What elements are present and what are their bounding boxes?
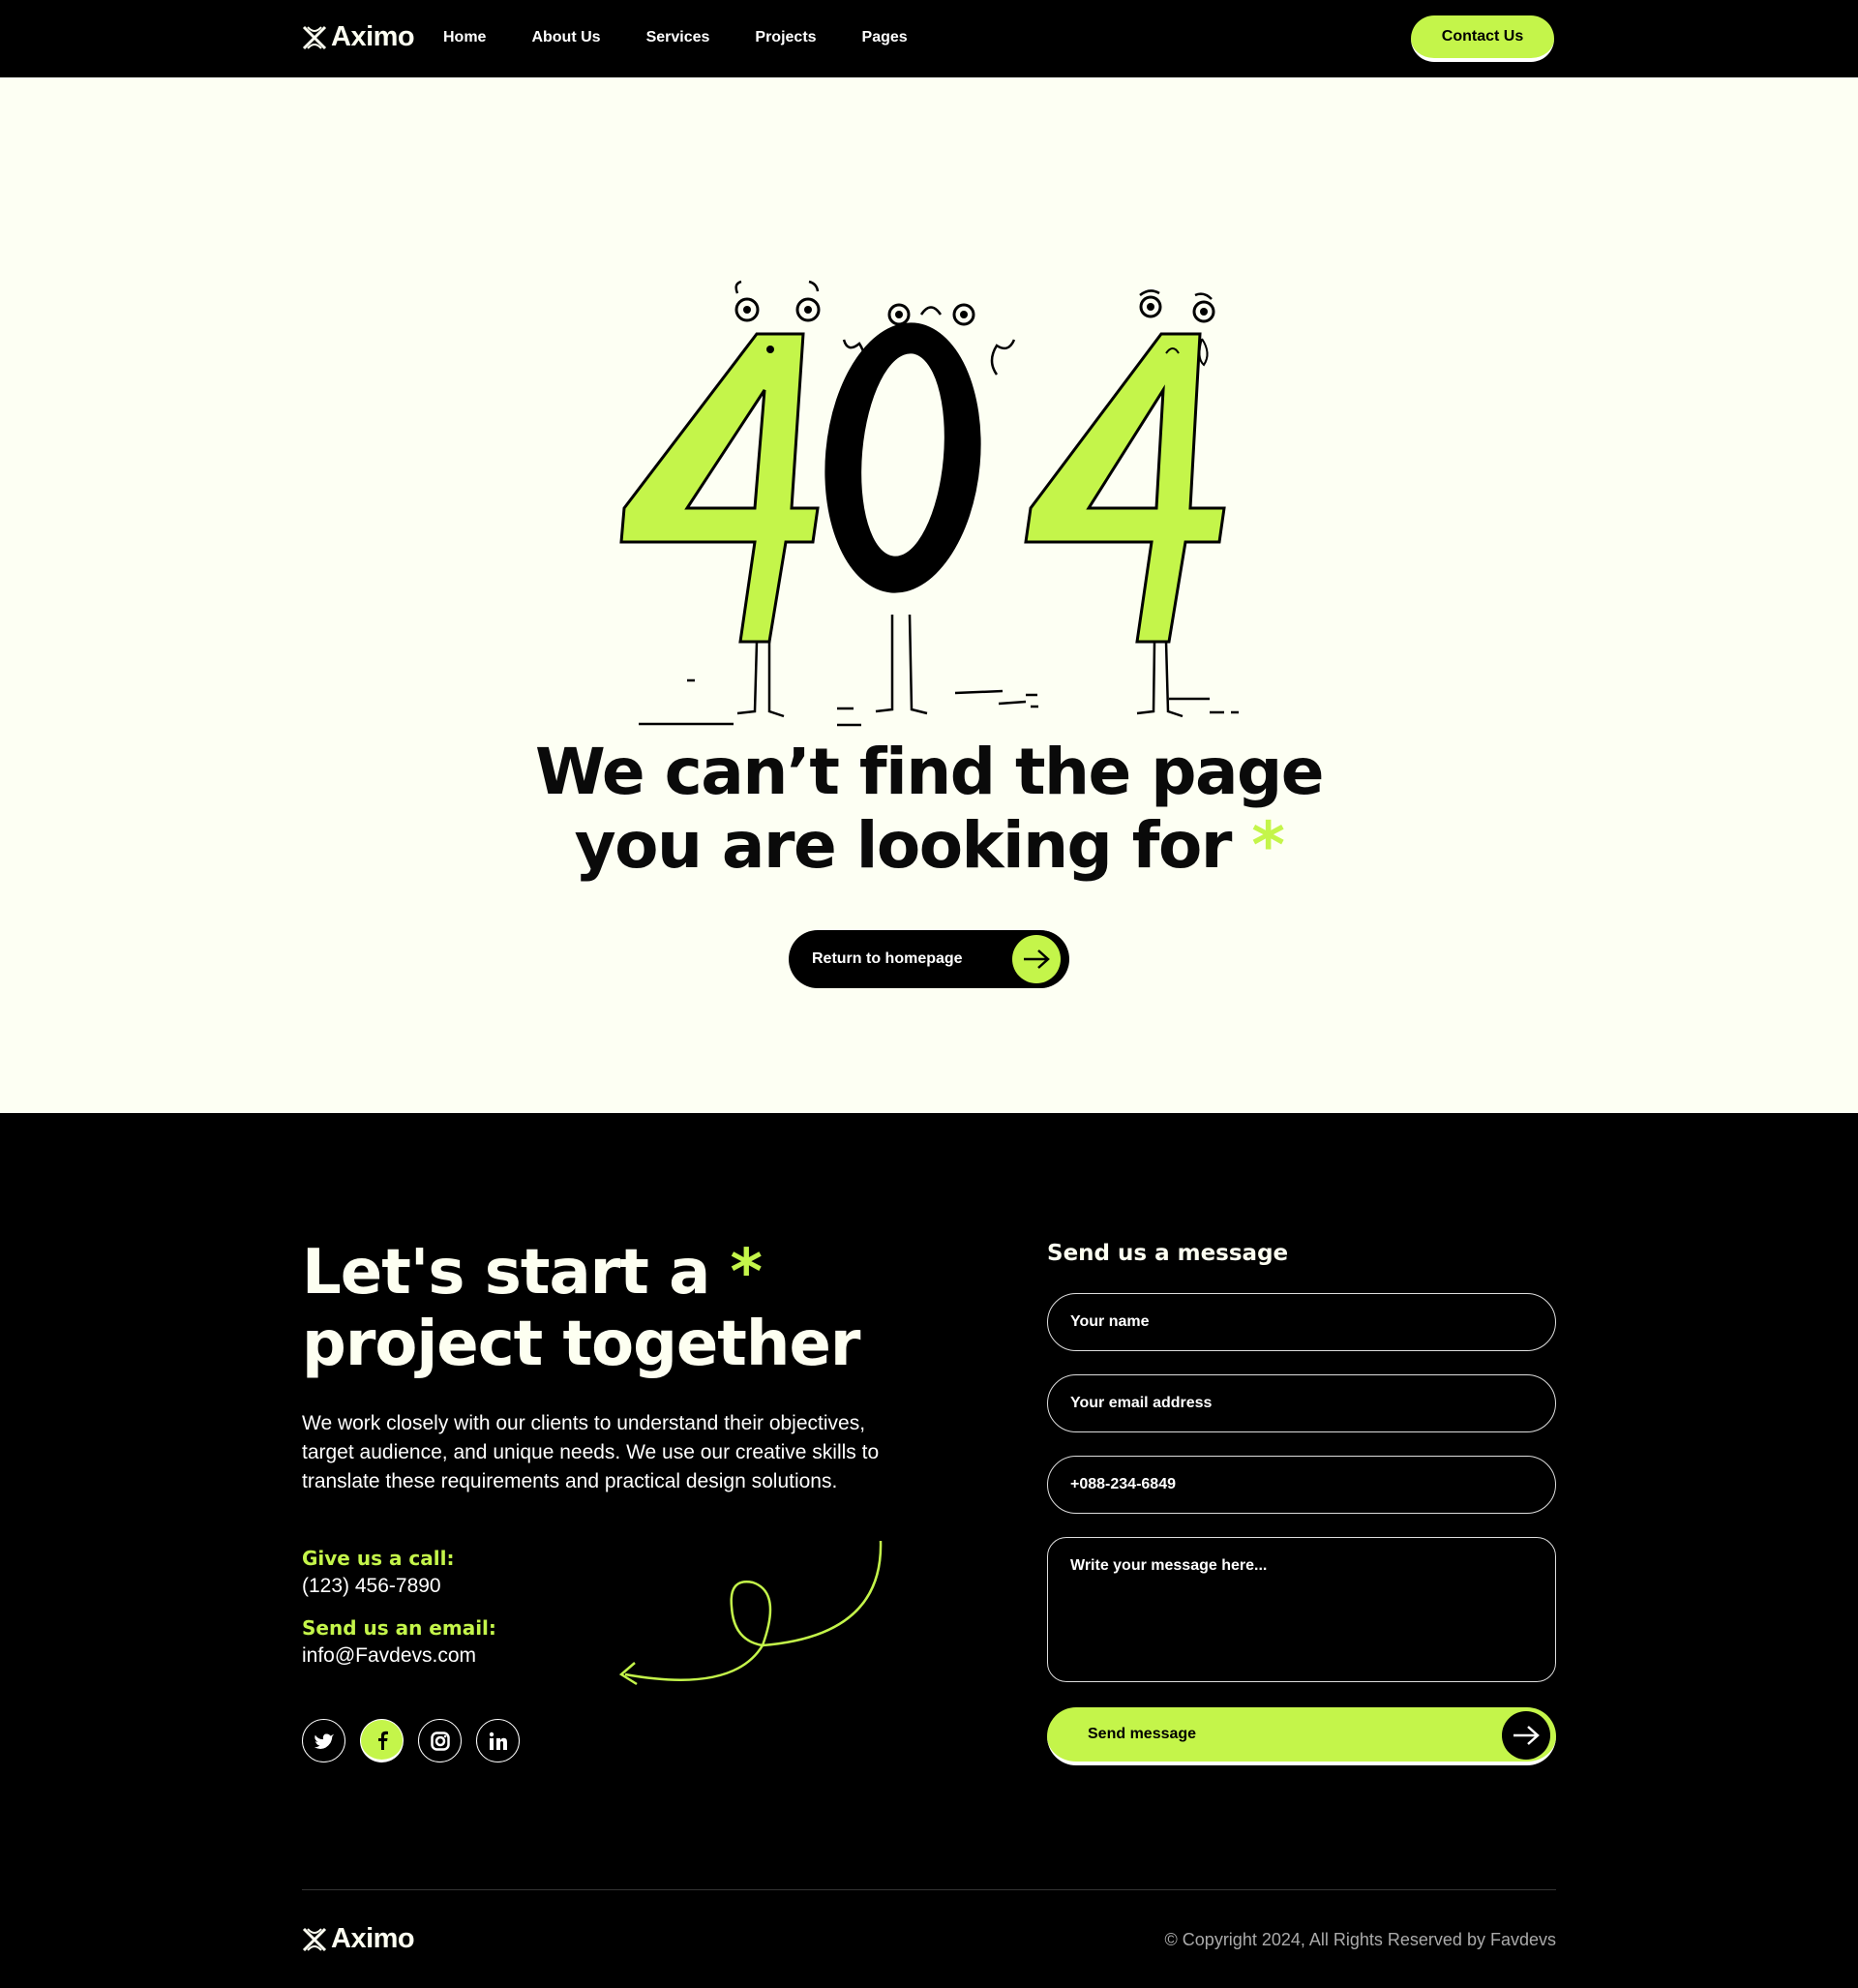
- 404-illustration: [619, 280, 1239, 727]
- asterisk-icon: *: [1251, 808, 1285, 883]
- arrow-right-icon: [1502, 1711, 1550, 1760]
- twitter-icon[interactable]: [302, 1719, 345, 1762]
- footer-divider: [302, 1889, 1556, 1890]
- nav-home[interactable]: Home: [443, 29, 486, 46]
- site-header: Aximo Home About Us Services Projects Pa…: [0, 0, 1858, 77]
- headline-line-2: you are looking for *: [0, 809, 1858, 883]
- arrow-right-icon: [1012, 935, 1061, 983]
- phone-field[interactable]: +088-234-6849: [1047, 1456, 1556, 1514]
- return-home-button[interactable]: Return to homepage: [789, 930, 1069, 988]
- email-address[interactable]: info@Favdevs.com: [302, 1644, 476, 1668]
- asterisk-icon: *: [730, 1237, 763, 1309]
- not-found-hero: We can’t find the page you are looking f…: [0, 77, 1858, 1113]
- headline-line-2-text: you are looking for: [574, 808, 1233, 883]
- page-title: We can’t find the page you are looking f…: [0, 736, 1858, 883]
- headline-line-1: We can’t find the page: [534, 735, 1325, 809]
- cta-title-line-2: project together: [302, 1309, 860, 1380]
- logo-text: Aximo: [331, 21, 415, 52]
- phone-number[interactable]: (123) 456-7890: [302, 1575, 441, 1598]
- footer-logo[interactable]: Aximo: [302, 1923, 415, 1955]
- nav-services[interactable]: Services: [646, 29, 710, 46]
- contact-section: Let's start a * project together We work…: [0, 1113, 1858, 1988]
- nav-about[interactable]: About Us: [531, 29, 600, 46]
- logo-icon: [302, 1927, 327, 1951]
- linkedin-icon[interactable]: [476, 1719, 520, 1762]
- copyright-text: © Copyright 2024, All Rights Reserved by…: [1164, 1930, 1556, 1949]
- instagram-icon[interactable]: [418, 1719, 462, 1762]
- form-title: Send us a message: [1047, 1241, 1289, 1266]
- logo-icon: [302, 25, 327, 49]
- cta-description: We work closely with our clients to unde…: [302, 1412, 880, 1492]
- nav-projects[interactable]: Projects: [755, 29, 816, 46]
- contact-us-button[interactable]: Contact Us: [1411, 15, 1554, 62]
- name-field[interactable]: Your name: [1047, 1293, 1556, 1351]
- email-label: Send us an email:: [302, 1616, 496, 1640]
- curly-arrow-icon: [618, 1540, 883, 1686]
- main-nav: Home About Us Services Projects Pages: [443, 29, 953, 46]
- call-label: Give us a call:: [302, 1547, 455, 1570]
- social-links: [302, 1719, 520, 1762]
- message-field[interactable]: Write your message here...: [1047, 1537, 1556, 1682]
- send-message-label: Send message: [1088, 1726, 1197, 1742]
- facebook-icon[interactable]: [360, 1719, 404, 1762]
- return-home-label: Return to homepage: [812, 950, 963, 967]
- cta-title: Let's start a * project together: [302, 1237, 860, 1380]
- cta-title-line-1: Let's start a *: [302, 1237, 859, 1309]
- cta-title-line-1-text: Let's start a: [302, 1237, 710, 1309]
- email-field[interactable]: Your email address: [1047, 1374, 1556, 1432]
- send-message-button[interactable]: Send message: [1047, 1707, 1556, 1765]
- logo[interactable]: Aximo: [302, 21, 415, 53]
- footer-logo-text: Aximo: [331, 1923, 415, 1954]
- nav-pages[interactable]: Pages: [862, 29, 908, 46]
